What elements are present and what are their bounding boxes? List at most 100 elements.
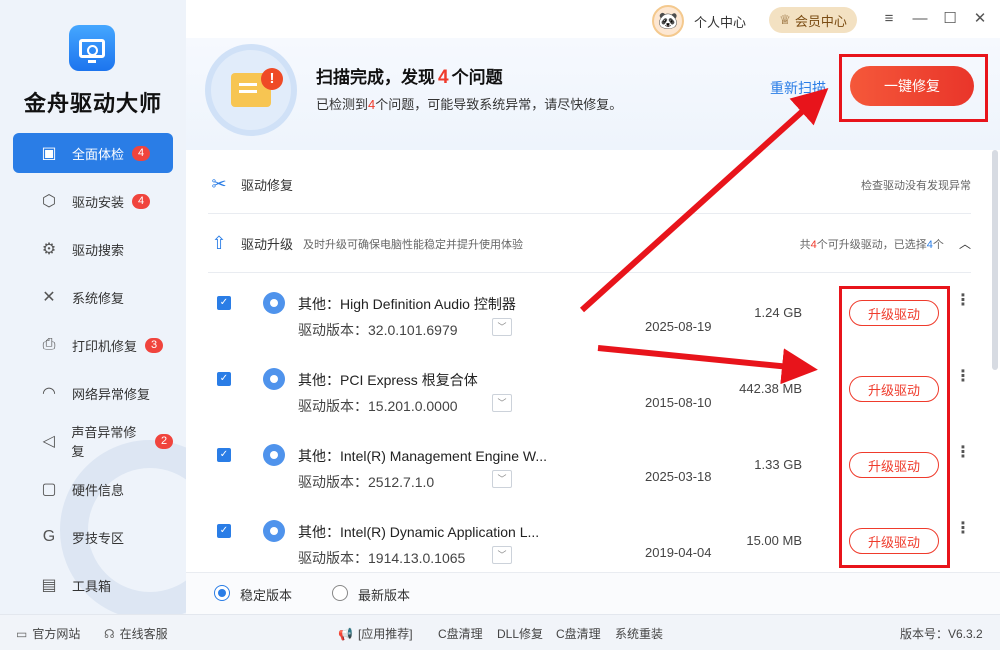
sidebar-item-logitech[interactable]: G 罗技专区: [13, 517, 173, 557]
driver-checkbox[interactable]: ✓: [217, 524, 231, 538]
more-options-icon[interactable]: ⋮: [955, 290, 971, 310]
driver-date: 2025-08-19: [645, 319, 712, 334]
chip-icon: ▢: [41, 481, 57, 498]
driver-gear-icon: [263, 520, 285, 542]
version-number: 版本号：V6.3.2: [900, 627, 983, 641]
driver-date: 2015-08-10: [645, 395, 712, 410]
upgrade-arrow-icon: ⇧: [211, 233, 227, 253]
logitech-icon: G: [42, 528, 56, 545]
minimize-icon[interactable]: —: [911, 10, 929, 28]
footer-link-dll-fix[interactable]: DLL修复: [497, 625, 543, 642]
sidebar-item-sound-repair[interactable]: ◁ 声音异常修复 2: [13, 421, 173, 461]
driver-version: 驱动版本：2512.7.1.0: [298, 474, 435, 490]
driver-name: 其他：High Definition Audio 控制器: [298, 296, 516, 312]
count-badge: 3: [145, 337, 164, 353]
driver-repair-section: ✂ 驱动修复 检查驱动没有发现异常: [208, 156, 971, 214]
chevron-up-icon[interactable]: ︿: [959, 235, 971, 252]
latest-version-label[interactable]: 最新版本: [358, 585, 410, 604]
sidebar-item-label: 声音异常修复: [71, 425, 137, 459]
count-badge: 4: [132, 145, 151, 161]
search-gear-icon: ⚙: [41, 241, 57, 258]
sidebar-item-label: 罗技专区: [72, 530, 125, 546]
scan-result-title: 扫描完成，发现 4 个问题: [316, 67, 503, 88]
driver-upgrade-section[interactable]: ⇧ 驱动升级 及时升级可确保电脑性能稳定并提升使用体验 共4个可升级驱动，已选择…: [208, 215, 971, 273]
section-description: 及时升级可确保电脑性能稳定并提升使用体验: [303, 238, 524, 251]
driver-size: 442.38 MB: [739, 381, 802, 396]
version-dropdown-icon[interactable]: ﹀: [492, 470, 512, 488]
sidebar-item-label: 网络异常修复: [72, 386, 151, 402]
driver-name: 其他：PCI Express 根复合体: [298, 372, 478, 388]
version-dropdown-icon[interactable]: ﹀: [492, 394, 512, 412]
sidebar-item-hardware-info[interactable]: ▢ 硬件信息: [13, 469, 173, 509]
sidebar: 金舟驱动大师 ▣ 全面体检 4 ⬡ 驱动安装 4 ⚙ 驱动搜索 ✕ 系统修复 ⎙…: [0, 0, 186, 614]
issue-count: 4: [438, 67, 449, 88]
version-mode-bar: 稳定版本 最新版本: [186, 572, 1000, 614]
sidebar-item-full-check[interactable]: ▣ 全面体检 4: [13, 133, 173, 173]
tools-icon: ✕: [42, 289, 56, 306]
footer-bar: ▭ 官方网站 ☊ 在线客服 📢 [应用推荐] C盘清理 DLL修复 C盘清理 系统重装…: [0, 614, 1000, 650]
stable-version-radio[interactable]: [214, 585, 230, 601]
driver-checkbox[interactable]: ✓: [217, 448, 231, 462]
sidebar-item-driver-search[interactable]: ⚙ 驱动搜索: [13, 229, 173, 269]
section-title: 驱动修复: [241, 178, 294, 193]
driver-date: 2019-04-04: [645, 545, 712, 560]
driver-gear-icon: [263, 292, 285, 314]
driver-checkbox[interactable]: ✓: [217, 372, 231, 386]
personal-center-link[interactable]: 个人中心: [694, 12, 746, 31]
sidebar-item-label: 全面体检: [72, 146, 125, 162]
close-icon[interactable]: ✕: [971, 10, 989, 28]
driver-gear-icon: [263, 444, 285, 466]
vip-center-label: 会员中心: [794, 13, 847, 29]
annotation-box-fix-all: [839, 54, 988, 122]
version-dropdown-icon[interactable]: ﹀: [492, 546, 512, 564]
app-logo-icon: [69, 25, 115, 71]
vip-center-button[interactable]: ♕ 会员中心: [769, 7, 857, 33]
title-bar: 🐼 个人中心 ♕ 会员中心 ≡ — ☐ ✕: [186, 0, 1000, 38]
version-dropdown-icon[interactable]: ﹀: [492, 318, 512, 336]
menu-icon[interactable]: ≡: [880, 10, 898, 28]
sidebar-item-label: 驱动安装: [72, 194, 125, 210]
driver-size: 1.24 GB: [754, 305, 802, 320]
sidebar-item-label: 工具箱: [72, 578, 112, 594]
scrollbar[interactable]: [992, 150, 998, 370]
avatar[interactable]: 🐼: [652, 5, 684, 37]
crown-icon: ♕: [779, 12, 791, 27]
sidebar-item-toolbox[interactable]: ▤ 工具箱: [13, 565, 173, 605]
sidebar-item-system-repair[interactable]: ✕ 系统修复: [13, 277, 173, 317]
driver-version: 驱动版本：32.0.101.6979: [298, 322, 458, 338]
maximize-icon[interactable]: ☐: [941, 10, 959, 28]
monitor-icon: ▭: [16, 627, 28, 641]
sidebar-item-label: 系统修复: [72, 290, 125, 306]
footer-link-c-clean-2[interactable]: C盘清理: [556, 625, 601, 642]
section-title: 驱动升级: [241, 237, 294, 252]
more-options-icon[interactable]: ⋮: [955, 442, 971, 462]
section-status: 共4个可升级驱动，已选择4个 ︿: [799, 235, 971, 252]
app-name: 金舟驱动大师: [23, 91, 162, 116]
sidebar-item-label: 打印机修复: [72, 338, 138, 354]
scan-result-subtitle: 已检测到4个问题，可能导致系统异常，请尽快修复。: [316, 97, 623, 112]
driver-gear-icon: [263, 368, 285, 390]
more-options-icon[interactable]: ⋮: [955, 518, 971, 538]
more-options-icon[interactable]: ⋮: [955, 366, 971, 386]
monitor-icon: ▣: [41, 145, 57, 162]
section-status: 检查驱动没有发现异常: [861, 179, 971, 192]
sidebar-item-network-repair[interactable]: ◠ 网络异常修复: [13, 373, 173, 413]
sidebar-item-driver-install[interactable]: ⬡ 驱动安装 4: [13, 181, 173, 221]
driver-size: 15.00 MB: [746, 533, 802, 548]
package-icon: ⬡: [42, 193, 56, 210]
support-link[interactable]: ☊ 在线客服: [104, 625, 168, 642]
wrench-icon: ✂: [211, 174, 227, 194]
stable-version-label[interactable]: 稳定版本: [240, 585, 292, 604]
driver-checkbox[interactable]: ✓: [217, 296, 231, 310]
footer-link-c-clean[interactable]: C盘清理: [438, 625, 483, 642]
driver-size: 1.33 GB: [754, 457, 802, 472]
rescan-link[interactable]: 重新扫描: [770, 78, 826, 98]
driver-name: 其他：Intel(R) Management Engine W...: [298, 448, 547, 464]
sidebar-item-label: 硬件信息: [72, 482, 125, 498]
sidebar-item-printer-repair[interactable]: ⎙ 打印机修复 3: [13, 325, 173, 365]
recommend-label: 📢 [应用推荐]: [338, 627, 413, 641]
website-link[interactable]: ▭ 官方网站: [16, 625, 80, 642]
scan-result-icon: !: [205, 44, 297, 136]
latest-version-radio[interactable]: [332, 585, 348, 601]
footer-link-reinstall[interactable]: 系统重装: [615, 625, 663, 642]
